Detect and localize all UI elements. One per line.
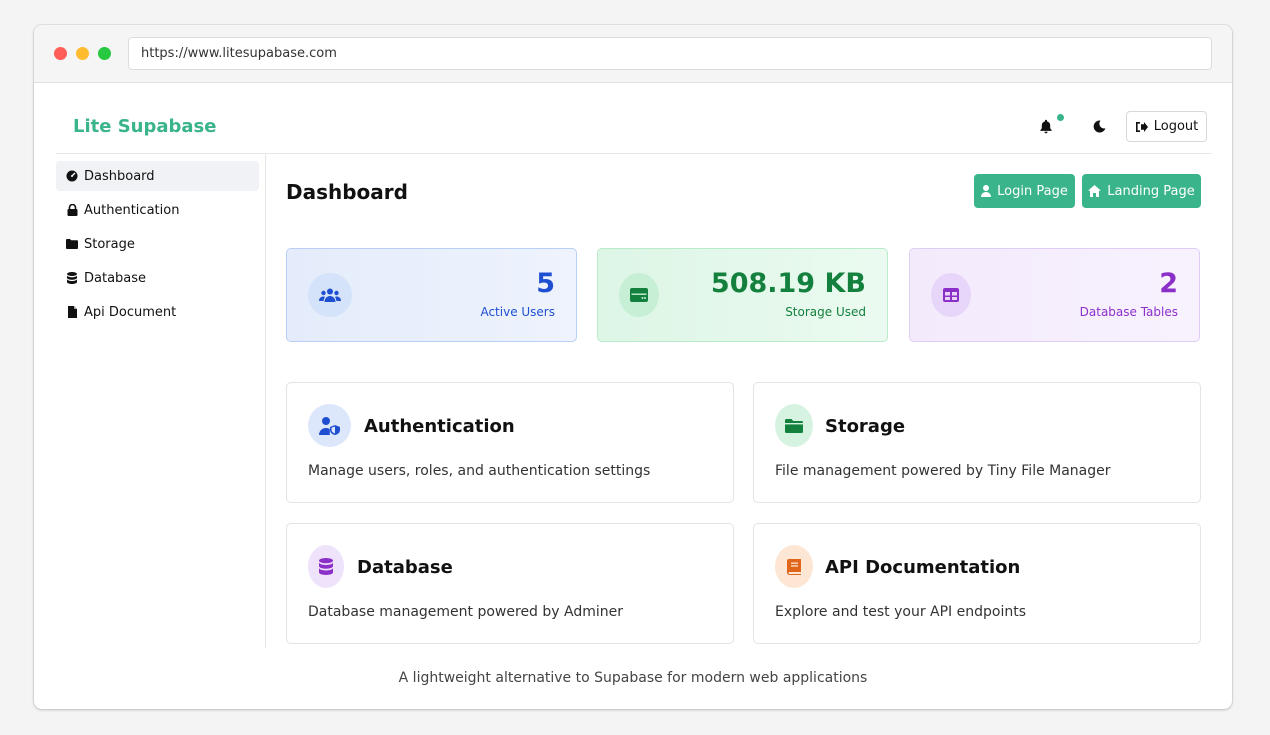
feature-card-api-documentation[interactable]: API Documentation Explore and test your … xyxy=(753,523,1201,644)
sign-out-icon xyxy=(1135,121,1148,133)
theme-toggle-button[interactable] xyxy=(1085,112,1113,140)
logout-button[interactable]: Logout xyxy=(1126,111,1207,142)
login-page-button[interactable]: Login Page xyxy=(974,174,1075,208)
database-icon xyxy=(308,545,344,588)
sidebar: Dashboard Authentication Storage Databas… xyxy=(34,154,266,648)
sidebar-item-label: Authentication xyxy=(84,202,180,218)
user-shield-icon xyxy=(308,404,351,447)
folder-icon xyxy=(775,404,813,447)
home-icon xyxy=(1088,185,1102,197)
card-description: Manage users, roles, and authentication … xyxy=(308,463,651,479)
sidebar-item-label: Storage xyxy=(84,236,135,252)
stat-label: Storage Used xyxy=(785,305,866,319)
browser-window: https://www.litesupabase.com Lite Supaba… xyxy=(34,25,1232,709)
feature-card-database[interactable]: Database Database management powered by … xyxy=(286,523,734,644)
window-maximize-button[interactable] xyxy=(98,47,111,60)
sidebar-item-database[interactable]: Database xyxy=(56,263,259,293)
stat-label: Active Users xyxy=(480,305,555,319)
stat-value: 508.19 KB xyxy=(710,268,866,299)
feature-card-storage[interactable]: Storage File management powered by Tiny … xyxy=(753,382,1201,503)
footer-tagline: A lightweight alternative to Supabase fo… xyxy=(398,670,868,686)
main-content: Dashboard Login Page Landing Page 5 Acti… xyxy=(286,154,1201,648)
card-description: Database management powered by Adminer xyxy=(308,604,624,620)
sidebar-item-storage[interactable]: Storage xyxy=(56,229,259,259)
stat-label: Database Tables xyxy=(1079,305,1178,319)
window-minimize-button[interactable] xyxy=(76,47,89,60)
landing-page-button[interactable]: Landing Page xyxy=(1082,174,1201,208)
moon-icon xyxy=(1093,120,1106,133)
card-description: Explore and test your API endpoints xyxy=(775,604,1027,620)
landing-page-label: Landing Page xyxy=(1107,183,1195,199)
brand-logo[interactable]: Lite Supabase xyxy=(73,116,216,137)
card-title: API Documentation xyxy=(825,557,1021,578)
sidebar-item-label: Database xyxy=(84,270,147,286)
browser-chrome: https://www.litesupabase.com xyxy=(34,25,1232,83)
stat-card-database-tables: 2 Database Tables xyxy=(909,248,1200,342)
stat-card-storage-used: 508.19 KB Storage Used xyxy=(597,248,888,342)
logout-label: Logout xyxy=(1153,119,1199,134)
document-icon xyxy=(66,306,78,318)
table-icon xyxy=(931,273,971,317)
top-navbar: Lite Supabase Logout xyxy=(56,83,1212,154)
sidebar-item-api-document[interactable]: Api Document xyxy=(56,297,259,327)
sidebar-item-label: Api Document xyxy=(84,304,177,320)
stat-card-active-users: 5 Active Users xyxy=(286,248,577,342)
database-icon xyxy=(66,272,78,284)
stat-value: 2 xyxy=(1159,268,1178,299)
stat-value: 5 xyxy=(536,268,555,299)
address-bar[interactable]: https://www.litesupabase.com xyxy=(128,37,1212,70)
page-title: Dashboard xyxy=(286,180,408,204)
folder-icon xyxy=(66,238,78,250)
sidebar-item-label: Dashboard xyxy=(84,168,155,184)
card-description: File management powered by Tiny File Man… xyxy=(775,463,1111,479)
window-close-button[interactable] xyxy=(54,47,67,60)
card-title: Storage xyxy=(825,416,906,437)
lock-icon xyxy=(66,204,78,216)
user-icon xyxy=(981,185,992,197)
card-title: Database xyxy=(357,557,453,578)
hard-drive-icon xyxy=(619,273,659,317)
dashboard-icon xyxy=(66,170,78,182)
feature-card-authentication[interactable]: Authentication Manage users, roles, and … xyxy=(286,382,734,503)
sidebar-item-dashboard[interactable]: Dashboard xyxy=(56,161,259,191)
sidebar-item-authentication[interactable]: Authentication xyxy=(56,195,259,225)
card-title: Authentication xyxy=(364,416,515,437)
notification-badge xyxy=(1057,113,1064,121)
notifications-button[interactable] xyxy=(1032,112,1064,140)
login-page-label: Login Page xyxy=(997,183,1068,199)
bell-icon xyxy=(1039,113,1064,134)
users-icon xyxy=(308,273,352,317)
book-icon xyxy=(775,545,813,588)
